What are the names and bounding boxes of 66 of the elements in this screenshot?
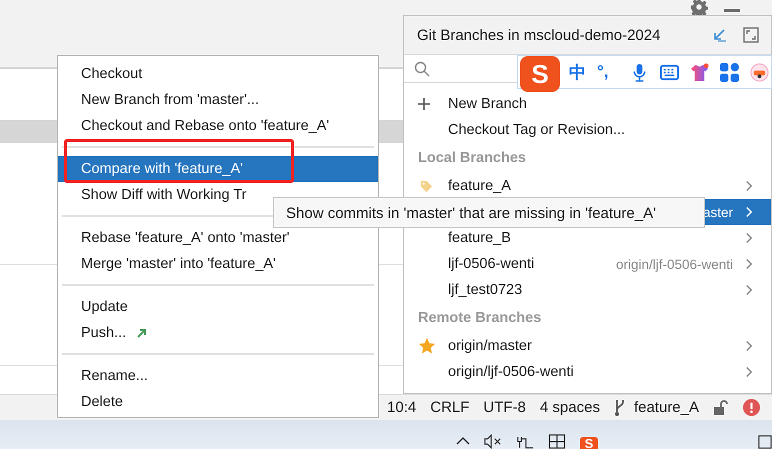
input-method-logo[interactable]: S (580, 437, 598, 449)
language-toggle[interactable]: 中 (569, 60, 586, 84)
menu-item[interactable]: Rename... (58, 363, 378, 389)
punctuation-toggle[interactable]: °, (597, 62, 619, 82)
branch-name: origin/ljf-0506-wenti (448, 364, 575, 380)
search-icon (414, 60, 430, 76)
maximize-icon[interactable] (743, 27, 759, 43)
tracking-branch: origin/ljf-0506-wenti (616, 256, 733, 272)
section-header: Local Branches (417, 149, 527, 168)
branch-icon (614, 398, 626, 416)
tooltip: Show commits in 'master' that are missing in 'feature_A' (273, 197, 705, 228)
menu-item[interactable]: Checkout (58, 61, 378, 87)
branch-row[interactable]: ljf_test0723 (404, 277, 771, 303)
menu-item[interactable]: Rebase 'feature_A' onto 'master' (58, 225, 378, 251)
branch-name: feature_A (448, 178, 512, 194)
chevron-up-icon[interactable] (456, 437, 470, 445)
plug-icon[interactable] (516, 434, 534, 449)
menu-item[interactable]: Push... (58, 320, 378, 346)
arrow-icon[interactable] (711, 27, 727, 43)
chevron-right-icon (745, 366, 753, 378)
avatar-icon[interactable] (750, 62, 769, 82)
input-method-logo[interactable]: S (520, 56, 560, 92)
lock-icon[interactable] (713, 400, 729, 416)
shirt-icon[interactable] (690, 62, 709, 82)
status-item[interactable]: 10:4 (387, 399, 416, 416)
menu-item[interactable]: Update (58, 294, 378, 320)
grid-icon[interactable] (720, 62, 739, 82)
menu-item[interactable]: Checkout Tag or Revision... (448, 122, 753, 138)
menu-item[interactable]: Delete (58, 389, 378, 415)
branch-name: ljf_test0723 (448, 282, 524, 298)
star-icon (418, 337, 436, 355)
status-item[interactable]: 4 spaces (540, 399, 600, 416)
chevron-right-icon (745, 284, 753, 296)
branch-name: feature_B (448, 230, 512, 246)
branch-row[interactable]: origin/ljf-0506-wenti (404, 359, 771, 385)
settings-icon[interactable] (690, 0, 708, 16)
keyboard-icon[interactable] (660, 62, 679, 82)
branch-name: origin/master (448, 338, 533, 354)
menu-item[interactable]: Compare with 'feature_A' (58, 156, 378, 182)
menu-item[interactable]: Merge 'master' into 'feature_A' (58, 251, 378, 277)
branch-row[interactable]: feature_A (404, 173, 771, 199)
popup-title: Git Branches in mscloud-demo-2024 (417, 26, 662, 44)
error-icon[interactable] (743, 399, 760, 416)
menu-item[interactable]: New Branch (448, 96, 753, 112)
square-icon[interactable] (758, 435, 772, 449)
plus-icon (418, 98, 430, 110)
branch-status[interactable]: feature_A (634, 399, 699, 416)
branch-row[interactable]: origin/master (404, 333, 771, 359)
minimize-icon[interactable] (724, 9, 740, 13)
chevron-right-icon (745, 258, 753, 270)
chevron-right-icon (745, 340, 753, 352)
menu-item[interactable]: Checkout and Rebase onto 'feature_A' (58, 113, 378, 139)
chevron-right-icon (745, 180, 753, 192)
status-item[interactable]: UTF-8 (483, 399, 526, 416)
branch-row[interactable]: feature_B (404, 225, 771, 251)
arrow-icon (136, 327, 148, 339)
section-header: Remote Branches (417, 309, 542, 328)
speaker-muted-icon[interactable] (484, 434, 502, 449)
branch-name: ljf-0506-wenti (448, 256, 536, 272)
chevron-right-icon (745, 206, 753, 218)
chevron-right-icon (745, 232, 753, 244)
menu-item[interactable]: New Branch from 'master'... (58, 87, 378, 113)
branch-row[interactable]: ljf-0506-wenti origin/ljf-0506-wenti (404, 251, 771, 277)
window-icon[interactable] (548, 434, 566, 449)
tag-icon (420, 180, 433, 192)
status-item[interactable]: CRLF (430, 399, 470, 416)
